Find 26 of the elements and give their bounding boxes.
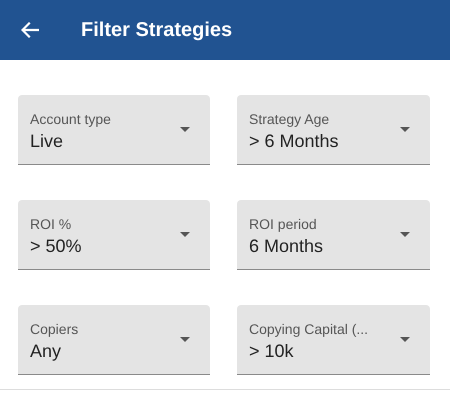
screen-title: Filter Strategies <box>81 18 232 42</box>
field-value: Any <box>30 341 62 362</box>
dropdown-caret-icon <box>180 232 190 237</box>
field-label: ROI % <box>30 216 72 232</box>
dropdown-caret-icon <box>400 337 410 342</box>
dropdown-field[interactable]: Copying Capital (... > 10k <box>237 305 430 375</box>
field-label: Account type <box>30 111 111 127</box>
dropdown-field[interactable]: ROI period 6 Months <box>237 200 430 270</box>
dropdown-caret-icon <box>400 127 410 132</box>
field-label: ROI period <box>249 216 318 232</box>
dropdown-caret-icon <box>180 127 190 132</box>
back-icon[interactable] <box>21 22 39 38</box>
dropdown-field[interactable]: ROI % > 50% <box>18 200 210 270</box>
field-label: Copiers <box>30 321 78 337</box>
field-value: > 50% <box>30 236 82 257</box>
field-label: Copying Capital (... <box>249 321 368 337</box>
field-value: > 6 Months <box>249 131 339 152</box>
dropdown-field[interactable]: Account type Live <box>18 95 210 165</box>
dropdown-field[interactable]: Copiers Any <box>18 305 210 375</box>
dropdown-caret-icon <box>180 337 190 342</box>
field-value: > 10k <box>249 341 295 362</box>
field-value: Live <box>30 131 64 152</box>
dropdown-caret-icon <box>400 232 410 237</box>
field-label: Strategy Age <box>249 111 330 127</box>
field-value: 6 Months <box>249 236 324 257</box>
dropdown-field[interactable]: Strategy Age > 6 Months <box>237 95 430 165</box>
